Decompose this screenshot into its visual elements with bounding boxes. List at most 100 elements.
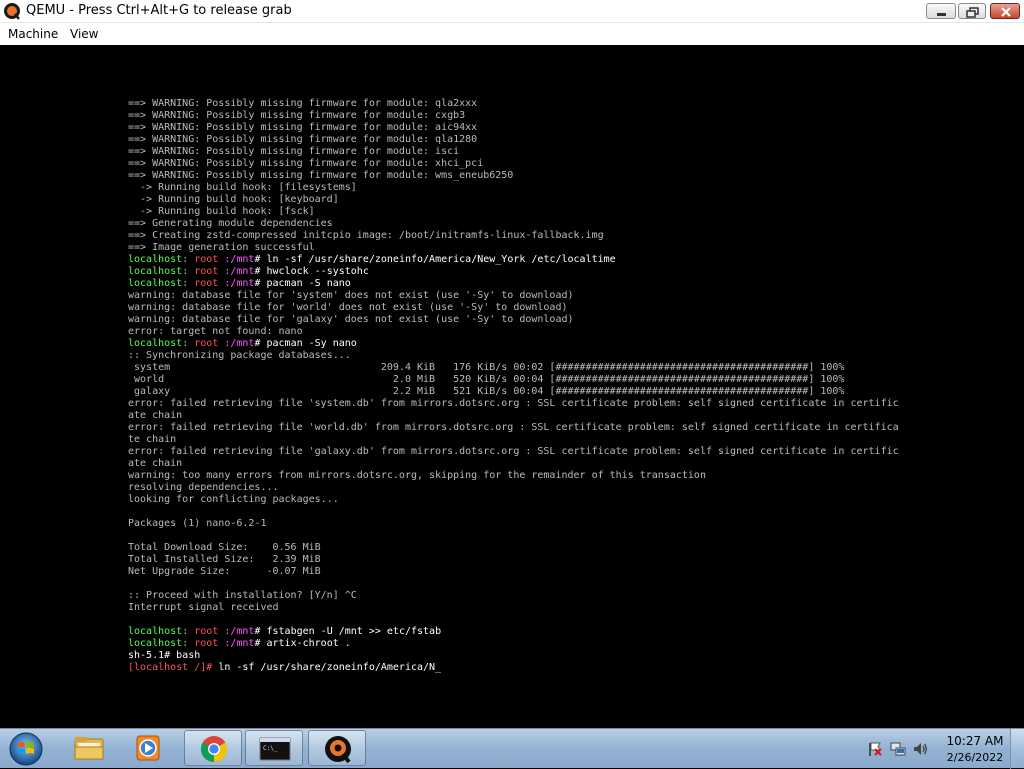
terminal-text-segment: # pacman -S nano [254,278,351,289]
terminal-text-segment: :/mnt [218,254,255,265]
terminal-line: -> Running build hook: [filesystems] [128,182,908,194]
terminal-text-segment: ==> Image generation successful [128,242,315,253]
network-icon[interactable] [890,741,906,757]
terminal-text-segment: :/mnt [218,626,255,637]
terminal-line: warning: too many errors from mirrors.do… [128,470,908,482]
terminal-text-segment: ==> WARNING: Possibly missing firmware f… [128,146,460,157]
terminal-text-segment: sh-5.1# bash [128,650,201,661]
terminal-text-segment: localhost [128,266,183,277]
terminal-line: Packages (1) nano-6.2-1 [128,518,908,530]
terminal-text-segment: ==> Generating module dependencies [128,218,333,229]
terminal-line: warning: database file for 'world' does … [128,302,908,314]
terminal-line: Total Installed Size: 2.39 MiB [128,554,908,566]
terminal-text-segment: # pacman -Sy nano [254,338,357,349]
restore-icon [966,7,979,18]
qemu-app-icon[interactable] [3,2,21,20]
vm-display-terminal[interactable]: ==> WARNING: Possibly missing firmware f… [0,45,1024,728]
cmd-icon: C:\_ [259,737,291,761]
media-player-icon [136,735,160,761]
terminal-line: [localhost /]# ln -sf /usr/share/zoneinf… [128,662,908,674]
terminal-text-segment: ate chain [128,458,183,469]
terminal-text-segment: # hwclock --systohc [254,266,369,277]
terminal-text-segment: ==> Creating zstd-compressed initcpio im… [128,230,604,241]
terminal-line: localhost: root :/mnt# pacman -Sy nano [128,338,908,350]
terminal-line: ==> WARNING: Possibly missing firmware f… [128,122,908,134]
terminal-text-segment: ==> WARNING: Possibly missing firmware f… [128,134,478,145]
system-tray: 10:27 AM 2/26/2022 [860,729,1024,769]
terminal-text-segment: ==> WARNING: Possibly missing firmware f… [128,98,478,109]
terminal-text-segment: error: target not found: nano [128,326,303,337]
taskbar-item-command-prompt[interactable]: C:\_ [245,730,303,766]
terminal-line: ==> WARNING: Possibly missing firmware f… [128,146,908,158]
terminal-text-segment: localhost [128,338,183,349]
terminal-line: ==> WARNING: Possibly missing firmware f… [128,98,908,110]
minimize-button[interactable] [926,3,956,19]
terminal-text-segment: # fstabgen -U /mnt >> etc/fstab [254,626,442,637]
menu-bar: Machine View [0,23,1024,45]
terminal-text-segment: galaxy 2.2 MiB 521 KiB/s 00:04 [########… [128,386,845,397]
terminal-line: world 2.0 MiB 520 KiB/s 00:04 [#########… [128,374,908,386]
terminal-line: ==> Creating zstd-compressed initcpio im… [128,230,908,242]
taskbar: C:\_ 10:27 AM 2/26/2022 [0,728,1024,769]
terminal-text-segment: root [194,254,219,265]
restore-button[interactable] [958,3,986,19]
terminal-text-segment: localhost [128,638,183,649]
terminal-text-segment: root [194,278,219,289]
terminal-text-segment: :/mnt [218,338,255,349]
terminal-line: error: failed retrieving file 'galaxy.db… [128,446,908,458]
folder-icon [74,737,104,760]
terminal-text-segment: : [182,338,195,349]
terminal-text-segment: [localhost /]# [128,662,219,673]
terminal-line: localhost: root :/mnt# artix-chroot . [128,638,908,650]
volume-icon[interactable] [912,741,928,757]
terminal-text-segment: ==> WARNING: Possibly missing firmware f… [128,170,514,181]
terminal-text-segment: -> Running build hook: [fsck] [128,206,315,217]
close-icon [1001,7,1011,17]
terminal-text-segment: localhost [128,626,183,637]
terminal-line: looking for conflicting packages... [128,494,908,506]
taskbar-item-chrome[interactable] [184,730,242,766]
taskbar-item-explorer[interactable] [60,730,118,766]
terminal-text-segment: -> Running build hook: [filesystems] [128,182,357,193]
menu-view[interactable]: View [70,27,98,41]
taskbar-item-media-player[interactable] [120,730,178,766]
terminal-text-segment: ==> WARNING: Possibly missing firmware f… [128,110,466,121]
terminal-text-segment: :: Synchronizing package databases... [128,350,351,361]
terminal-text-segment: warning: database file for 'system' does… [128,290,574,301]
terminal-text-segment: : [182,638,195,649]
terminal-text-segment: Net Upgrade Size: -0.07 MiB [128,566,321,577]
terminal-text-segment: warning: database file for 'world' does … [128,302,568,313]
terminal-text-segment: ln -sf /usr/share/zoneinfo/America/N_ [218,662,442,673]
terminal-text-segment: warning: too many errors from mirrors.do… [128,470,706,481]
start-button[interactable] [4,730,48,767]
clock-time[interactable]: 10:27 AM [938,734,1012,748]
terminal-line: warning: database file for 'galaxy' does… [128,314,908,326]
terminal-line: localhost: root :/mnt# hwclock --systohc [128,266,908,278]
terminal-line: Total Download Size: 0.56 MiB [128,542,908,554]
terminal-text-segment: ate chain [128,410,183,421]
terminal-text-segment: localhost [128,254,183,265]
title-bar: QEMU - Press Ctrl+Alt+G to release grab [0,0,1024,23]
terminal-line: te chain [128,434,908,446]
terminal-text-segment: system 209.4 KiB 176 KiB/s 00:02 [######… [128,362,845,373]
terminal-text-segment: :/mnt [218,266,255,277]
close-button[interactable] [990,3,1020,19]
terminal-line: error: target not found: nano [128,326,908,338]
terminal-text-segment: root [194,338,219,349]
show-desktop-button[interactable] [1010,729,1024,769]
clock-date[interactable]: 2/26/2022 [938,751,1012,764]
action-center-flag-icon[interactable] [867,741,883,757]
terminal-line: ==> WARNING: Possibly missing firmware f… [128,170,908,182]
terminal-line: resolving dependencies... [128,482,908,494]
terminal-line: ate chain [128,458,908,470]
terminal-text-segment: # ln -sf /usr/share/zoneinfo/America/New… [254,254,616,265]
terminal-text-segment: root [194,638,219,649]
taskbar-item-qemu[interactable] [308,730,366,766]
menu-machine[interactable]: Machine [8,27,58,41]
terminal-line: sh-5.1# bash [128,650,908,662]
terminal-text-segment: looking for conflicting packages... [128,494,339,505]
